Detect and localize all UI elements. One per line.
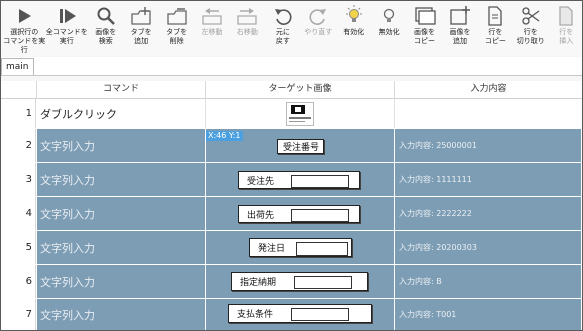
target-image-column-header[interactable]: ターゲット画像 bbox=[206, 81, 395, 99]
table-row[interactable]: 5 文字列入力 発注日 入力内容: 20200303 bbox=[1, 231, 582, 265]
row-number: 4 bbox=[1, 197, 36, 230]
target-image-cell[interactable]: 出荷先 bbox=[206, 197, 395, 230]
input-cell[interactable]: 入力内容: 1111111 bbox=[395, 163, 582, 196]
tab-bar: main bbox=[1, 57, 582, 76]
table-row[interactable]: 6 文字列入力 指定納期 入力内容: B bbox=[1, 265, 582, 299]
copy-row-icon bbox=[484, 5, 506, 27]
target-image-cell[interactable]: 指定納期 bbox=[206, 265, 395, 298]
table-row[interactable]: 1 ダブルクリック bbox=[1, 99, 582, 129]
input-cell[interactable]: 入力内容: 25000001 bbox=[395, 129, 582, 162]
input-box-graphic bbox=[291, 209, 349, 222]
move-left-button[interactable]: 左移動 bbox=[194, 1, 229, 56]
play-icon bbox=[13, 5, 35, 27]
undo-button[interactable]: 元に 戻す bbox=[265, 1, 300, 56]
command-cell[interactable]: ダブルクリック bbox=[37, 99, 206, 128]
input-box-graphic bbox=[294, 276, 352, 289]
input-column-header[interactable]: 入力内容 bbox=[395, 81, 582, 99]
command-cell[interactable]: 文字列入力 bbox=[37, 163, 206, 196]
run-all-button[interactable]: 全コマンドを 実行 bbox=[46, 1, 89, 56]
command-cell[interactable]: 文字列入力 bbox=[37, 197, 206, 230]
command-cell[interactable]: 文字列入力 bbox=[37, 265, 206, 298]
row-number: 6 bbox=[1, 265, 36, 298]
toolbar: 選択行の コマンドを実行 全コマンドを 実行 画像を 検索 タブを 追加 タブを… bbox=[1, 1, 582, 56]
table-row[interactable]: 7 文字列入力 支払条件 入力内容: T001 bbox=[1, 299, 582, 330]
search-icon bbox=[95, 5, 117, 27]
window-thumbnail-image bbox=[286, 101, 314, 126]
image-capture-customer: 受注先 bbox=[238, 171, 360, 189]
copy-image-icon bbox=[414, 5, 436, 27]
target-image-cell[interactable]: 受注先 bbox=[206, 163, 395, 196]
move-right-icon bbox=[236, 5, 258, 27]
enable-icon bbox=[343, 5, 365, 27]
command-cell[interactable]: 文字列入力 bbox=[37, 231, 206, 264]
image-capture-payment-terms: 支払条件 bbox=[228, 304, 372, 323]
table-row[interactable]: 2 文字列入力 受注番号 入力内容: 25000001 X:46 Y:1 bbox=[1, 129, 582, 163]
command-cell[interactable]: 文字列入力 bbox=[37, 129, 206, 162]
command-column-header[interactable]: コマンド bbox=[37, 81, 206, 99]
image-capture-order-number: 受注番号 bbox=[277, 139, 324, 154]
disable-icon bbox=[378, 5, 400, 27]
target-image-cell[interactable]: 発注日 bbox=[206, 231, 395, 264]
image-capture-order-date: 発注日 bbox=[249, 238, 352, 257]
input-cell[interactable]: 入力内容: 20200303 bbox=[395, 231, 582, 264]
redo-icon bbox=[307, 5, 329, 27]
disable-button[interactable]: 無効化 bbox=[371, 1, 406, 56]
enable-button[interactable]: 有効化 bbox=[336, 1, 371, 56]
app-window: 選択行の コマンドを実行 全コマンドを 実行 画像を 検索 タブを 追加 タブを… bbox=[0, 0, 583, 331]
add-image-icon bbox=[449, 5, 471, 27]
row-number: 2 bbox=[1, 129, 36, 162]
add-tab-button[interactable]: タブを 追加 bbox=[123, 1, 158, 56]
add-image-button[interactable]: 画像を 追加 bbox=[442, 1, 477, 56]
input-cell[interactable]: 入力内容: 2222222 bbox=[395, 197, 582, 230]
input-cell[interactable]: 入力内容: B bbox=[395, 265, 582, 298]
input-box-graphic bbox=[291, 308, 349, 321]
run-selected-button[interactable]: 選択行の コマンドを実行 bbox=[3, 1, 46, 56]
input-box-graphic bbox=[291, 175, 349, 188]
table-row[interactable]: 3 文字列入力 受注先 入力内容: 1111111 bbox=[1, 163, 582, 197]
input-box-graphic bbox=[296, 242, 348, 256]
row-number: 3 bbox=[1, 163, 36, 196]
copy-row-button[interactable]: 行を コピー bbox=[478, 1, 513, 56]
play-all-icon bbox=[56, 5, 78, 27]
row-number: 1 bbox=[1, 99, 36, 128]
image-capture-shipping-destination: 出荷先 bbox=[238, 205, 360, 223]
target-image-cell[interactable]: 支払条件 bbox=[206, 299, 395, 330]
copy-image-button[interactable]: 画像を コピー bbox=[407, 1, 442, 56]
tab-main[interactable]: main bbox=[1, 58, 34, 75]
delete-tab-icon bbox=[166, 5, 188, 27]
cut-icon bbox=[520, 5, 542, 27]
row-number: 7 bbox=[1, 299, 36, 330]
delete-tab-button[interactable]: タブを 削除 bbox=[159, 1, 194, 56]
move-right-button[interactable]: 右移動 bbox=[230, 1, 265, 56]
insert-row-icon bbox=[555, 5, 577, 27]
cut-row-button[interactable]: 行を 切り取り bbox=[513, 1, 548, 56]
insert-row-button[interactable]: 行を 挿入 bbox=[549, 1, 582, 56]
command-grid: コマンド ターゲット画像 入力内容 1 ダブルクリック 2 文字列入力 受注番号… bbox=[1, 81, 582, 330]
add-tab-icon bbox=[130, 5, 152, 27]
image-capture-delivery-date: 指定納期 bbox=[231, 272, 368, 291]
search-image-button[interactable]: 画像を 検索 bbox=[88, 1, 123, 56]
input-cell[interactable] bbox=[395, 99, 582, 128]
table-row[interactable]: 4 文字列入力 出荷先 入力内容: 2222222 bbox=[1, 197, 582, 231]
move-left-icon bbox=[201, 5, 223, 27]
row-number-header bbox=[1, 81, 37, 99]
input-cell[interactable]: 入力内容: T001 bbox=[395, 299, 582, 330]
undo-icon bbox=[272, 5, 294, 27]
command-cell[interactable]: 文字列入力 bbox=[37, 299, 206, 330]
redo-button[interactable]: やり直す bbox=[301, 1, 336, 56]
row-number: 5 bbox=[1, 231, 36, 264]
target-image-cell[interactable] bbox=[206, 99, 395, 128]
click-coordinate-tooltip: X:46 Y:1 bbox=[206, 131, 243, 141]
